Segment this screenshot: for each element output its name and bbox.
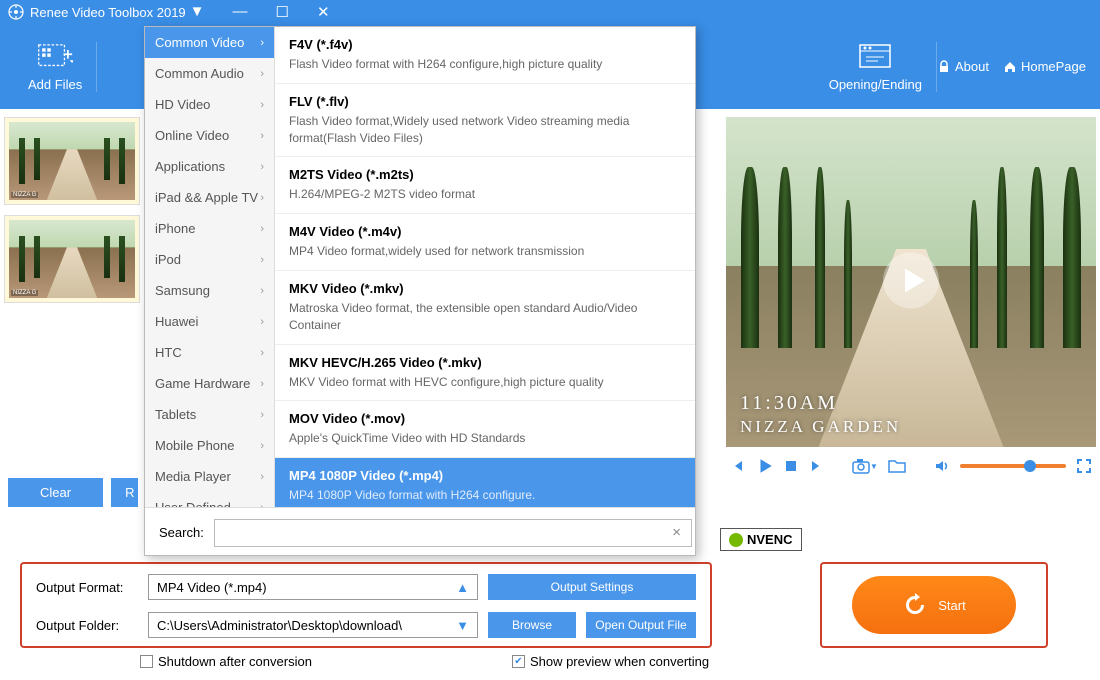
category-list: Common Video›Common Audio›HD Video›Onlin… [145, 27, 275, 507]
start-button[interactable]: Start [852, 576, 1016, 634]
prev-button[interactable] [730, 458, 746, 474]
fullscreen-button[interactable] [1076, 458, 1092, 474]
format-item[interactable]: MP4 1080P Video (*.mp4)MP4 1080P Video f… [275, 458, 695, 507]
video-preview[interactable]: 11:30AM NIZZA GARDEN [726, 117, 1096, 447]
category-item[interactable]: iPhone› [145, 213, 274, 244]
snapshot-button[interactable]: ▼ [852, 458, 878, 474]
opening-ending-icon [857, 41, 893, 71]
format-list: F4V (*.f4v)Flash Video format with H264 … [275, 27, 695, 507]
stop-button[interactable] [784, 459, 798, 473]
format-item[interactable]: MKV Video (*.mkv)Matroska Video format, … [275, 271, 695, 345]
category-item[interactable]: User Defined› [145, 492, 274, 507]
refresh-icon [902, 592, 928, 618]
preview-time-text: 11:30AM [740, 392, 838, 415]
category-item[interactable]: iPod› [145, 244, 274, 275]
titlebar: Renee Video Toolbox 2019 ▼ — ☐ ✕ [0, 0, 1100, 24]
lock-icon [937, 60, 951, 74]
category-item[interactable]: HD Video› [145, 89, 274, 120]
format-dropdown-panel: Common Video›Common Audio›HD Video›Onlin… [144, 26, 696, 556]
open-output-file-button[interactable]: Open Output File [586, 612, 696, 638]
player-controls: ▼ [726, 447, 1096, 485]
format-item[interactable]: MKV HEVC/H.265 Video (*.mkv)MKV Video fo… [275, 345, 695, 402]
play-button[interactable] [756, 457, 774, 475]
category-item[interactable]: Online Video› [145, 120, 274, 151]
clear-button[interactable]: Clear [8, 478, 103, 507]
output-folder-select[interactable]: C:\Users\Administrator\Desktop\download\… [148, 612, 478, 638]
format-item[interactable]: M4V Video (*.m4v)MP4 Video format,widely… [275, 214, 695, 271]
play-overlay-icon[interactable] [881, 251, 941, 314]
output-folder-label: Output Folder: [36, 618, 138, 633]
volume-slider[interactable] [960, 464, 1066, 468]
category-item[interactable]: iPad && Apple TV› [145, 182, 274, 213]
homepage-link[interactable]: HomePage [1003, 59, 1086, 74]
thumbnail-list: NIZZA G NIZZA G [0, 109, 144, 504]
output-settings-box: Output Format: MP4 Video (*.mp4) ▲ Outpu… [20, 562, 712, 648]
format-item[interactable]: F4V (*.f4v)Flash Video format with H264 … [275, 27, 695, 84]
search-input[interactable] [214, 519, 692, 547]
maximize-icon[interactable]: ☐ [272, 3, 293, 21]
format-item[interactable]: MOV Video (*.mov)Apple's QuickTime Video… [275, 401, 695, 458]
nvidia-icon [729, 533, 743, 547]
category-item[interactable]: Tablets› [145, 399, 274, 430]
format-item[interactable]: FLV (*.flv)Flash Video format,Widely use… [275, 84, 695, 158]
close-icon[interactable]: ✕ [313, 3, 334, 21]
category-item[interactable]: Applications› [145, 151, 274, 182]
category-item[interactable]: Common Video› [145, 27, 274, 58]
start-box: Start [820, 562, 1048, 648]
preview-panel: 11:30AM NIZZA GARDEN ▼ [726, 117, 1096, 485]
minimize-icon[interactable]: — [229, 3, 252, 21]
category-item[interactable]: Mobile Phone› [145, 430, 274, 461]
nvenc-badge: NVENC [720, 528, 802, 551]
app-logo-icon [8, 4, 24, 20]
thumbnail-item[interactable]: NIZZA G [4, 117, 140, 205]
category-item[interactable]: HTC› [145, 337, 274, 368]
home-icon [1003, 60, 1017, 74]
category-item[interactable]: Samsung› [145, 275, 274, 306]
app-title: Renee Video Toolbox 2019 [30, 5, 186, 20]
add-files-label: Add Files [28, 77, 82, 92]
search-label: Search: [159, 525, 204, 540]
search-clear-icon[interactable]: × [672, 524, 681, 541]
output-settings-button[interactable]: Output Settings [488, 574, 696, 600]
category-item[interactable]: Media Player› [145, 461, 274, 492]
add-files-button[interactable]: Add Files [14, 41, 96, 92]
search-row: Search: × [145, 507, 695, 557]
preview-location-text: NIZZA GARDEN [740, 417, 901, 437]
output-format-select[interactable]: MP4 Video (*.mp4) ▲ [148, 574, 478, 600]
add-files-icon [37, 41, 73, 71]
next-button[interactable] [808, 458, 824, 474]
category-item[interactable]: Game Hardware› [145, 368, 274, 399]
opening-ending-label: Opening/Ending [829, 77, 922, 92]
checkbox-icon [140, 655, 153, 668]
thumbnail-item[interactable]: NIZZA G [4, 215, 140, 303]
preview-checkbox[interactable]: ✔ Show preview when converting [512, 654, 709, 669]
remove-button-partial[interactable]: R [111, 478, 138, 507]
opening-ending-button[interactable]: Opening/Ending [815, 41, 936, 92]
browse-button[interactable]: Browse [488, 612, 576, 638]
about-link[interactable]: About [937, 59, 989, 74]
category-item[interactable]: Common Audio› [145, 58, 274, 89]
chevron-down-icon: ▼ [456, 618, 469, 633]
folder-button[interactable] [888, 458, 906, 474]
output-format-label: Output Format: [36, 580, 138, 595]
format-item[interactable]: M2TS Video (*.m2ts)H.264/MPEG-2 M2TS vid… [275, 157, 695, 214]
volume-icon[interactable] [934, 458, 950, 474]
dropdown-menu-icon[interactable]: ▼ [186, 3, 209, 21]
chevron-up-icon: ▲ [456, 580, 469, 595]
shutdown-checkbox[interactable]: Shutdown after conversion [140, 654, 312, 669]
checkbox-icon: ✔ [512, 655, 525, 668]
category-item[interactable]: Huawei› [145, 306, 274, 337]
